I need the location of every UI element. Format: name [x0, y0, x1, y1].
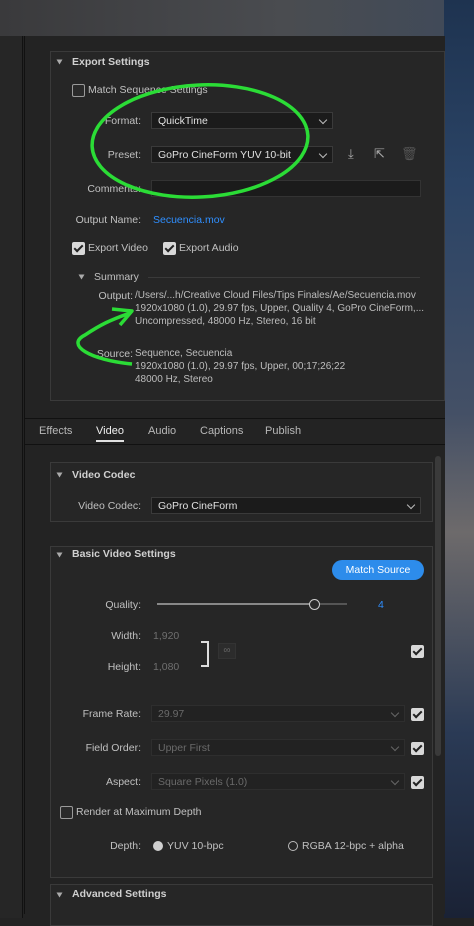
annotation-ellipse [90, 83, 310, 199]
annotation-overlay [76, 83, 310, 366]
